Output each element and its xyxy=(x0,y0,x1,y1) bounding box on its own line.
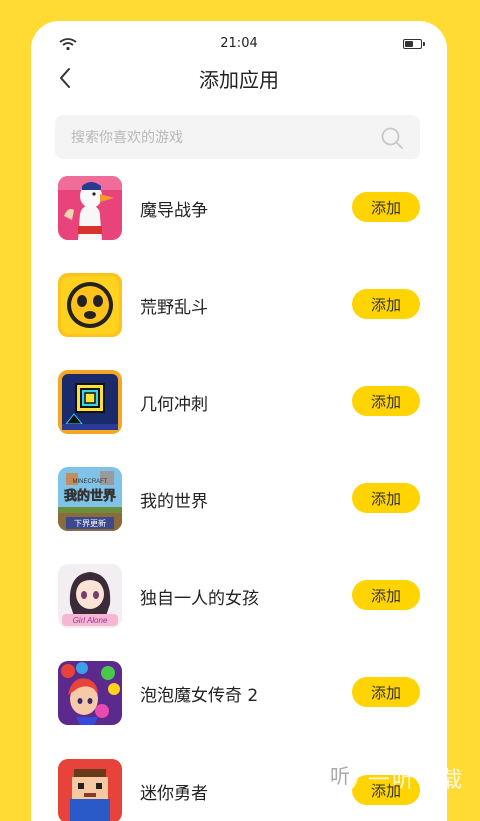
app-name: 荒野乱斗 xyxy=(140,298,208,318)
watermark: 听 一听下载 xyxy=(322,758,472,798)
minecraft-logo-text: MINECRAFT xyxy=(73,479,108,485)
app-name: 独自一人的女孩 xyxy=(140,589,259,609)
goose-app-icon xyxy=(58,176,122,240)
bubble-witch-app-icon xyxy=(58,661,122,725)
minecraft-subtitle-text: 下界更新 xyxy=(74,518,106,528)
add-button[interactable]: 添加 xyxy=(352,289,420,319)
page-title: 添加应用 xyxy=(199,68,279,92)
status-bar: 21:04 xyxy=(31,21,447,67)
add-button[interactable]: 添加 xyxy=(352,192,420,222)
add-button[interactable]: 添加 xyxy=(352,386,420,416)
list-item: 荒野乱斗 添加 xyxy=(58,273,420,337)
list-item: 泡泡魔女传奇 2 添加 xyxy=(58,661,420,725)
pixel-hero-app-icon xyxy=(58,759,122,821)
geometry-cube-app-icon xyxy=(58,370,122,434)
app-name: 几何冲刺 xyxy=(140,395,208,415)
battery-icon xyxy=(403,39,425,49)
watermark-logo-icon: 听 xyxy=(322,758,358,794)
phone-screen: 21:04 添加应用 魔导战争 添加 xyxy=(31,21,447,821)
watermark-text: 一听下载 xyxy=(368,768,465,793)
search-input[interactable] xyxy=(69,115,373,161)
add-button[interactable]: 添加 xyxy=(352,483,420,513)
app-name: 泡泡魔女传奇 2 xyxy=(140,686,259,706)
search-icon[interactable] xyxy=(380,126,404,150)
add-button[interactable]: 添加 xyxy=(352,580,420,610)
list-item: Girl Alone 独自一人的女孩 添加 xyxy=(58,564,420,628)
minecraft-app-icon: MINECRAFT 我的世界 下界更新 xyxy=(58,467,122,531)
status-time: 21:04 xyxy=(220,36,258,51)
app-name: 魔导战争 xyxy=(140,201,208,221)
search-bar[interactable] xyxy=(55,115,420,161)
app-name: 我的世界 xyxy=(140,492,208,512)
minecraft-title-text: 我的世界 xyxy=(64,488,116,504)
anime-girl-app-icon: Girl Alone xyxy=(58,564,122,628)
list-item: MINECRAFT 我的世界 下界更新 我的世界 添加 xyxy=(58,467,420,531)
app-name: 迷你勇者 xyxy=(140,784,208,804)
girl-alone-logo-text: Girl Alone xyxy=(73,616,108,625)
add-button[interactable]: 添加 xyxy=(352,677,420,707)
list-item: 魔导战争 添加 xyxy=(58,176,420,240)
brawl-skull-app-icon xyxy=(58,273,122,337)
list-item: 几何冲刺 添加 xyxy=(58,370,420,434)
